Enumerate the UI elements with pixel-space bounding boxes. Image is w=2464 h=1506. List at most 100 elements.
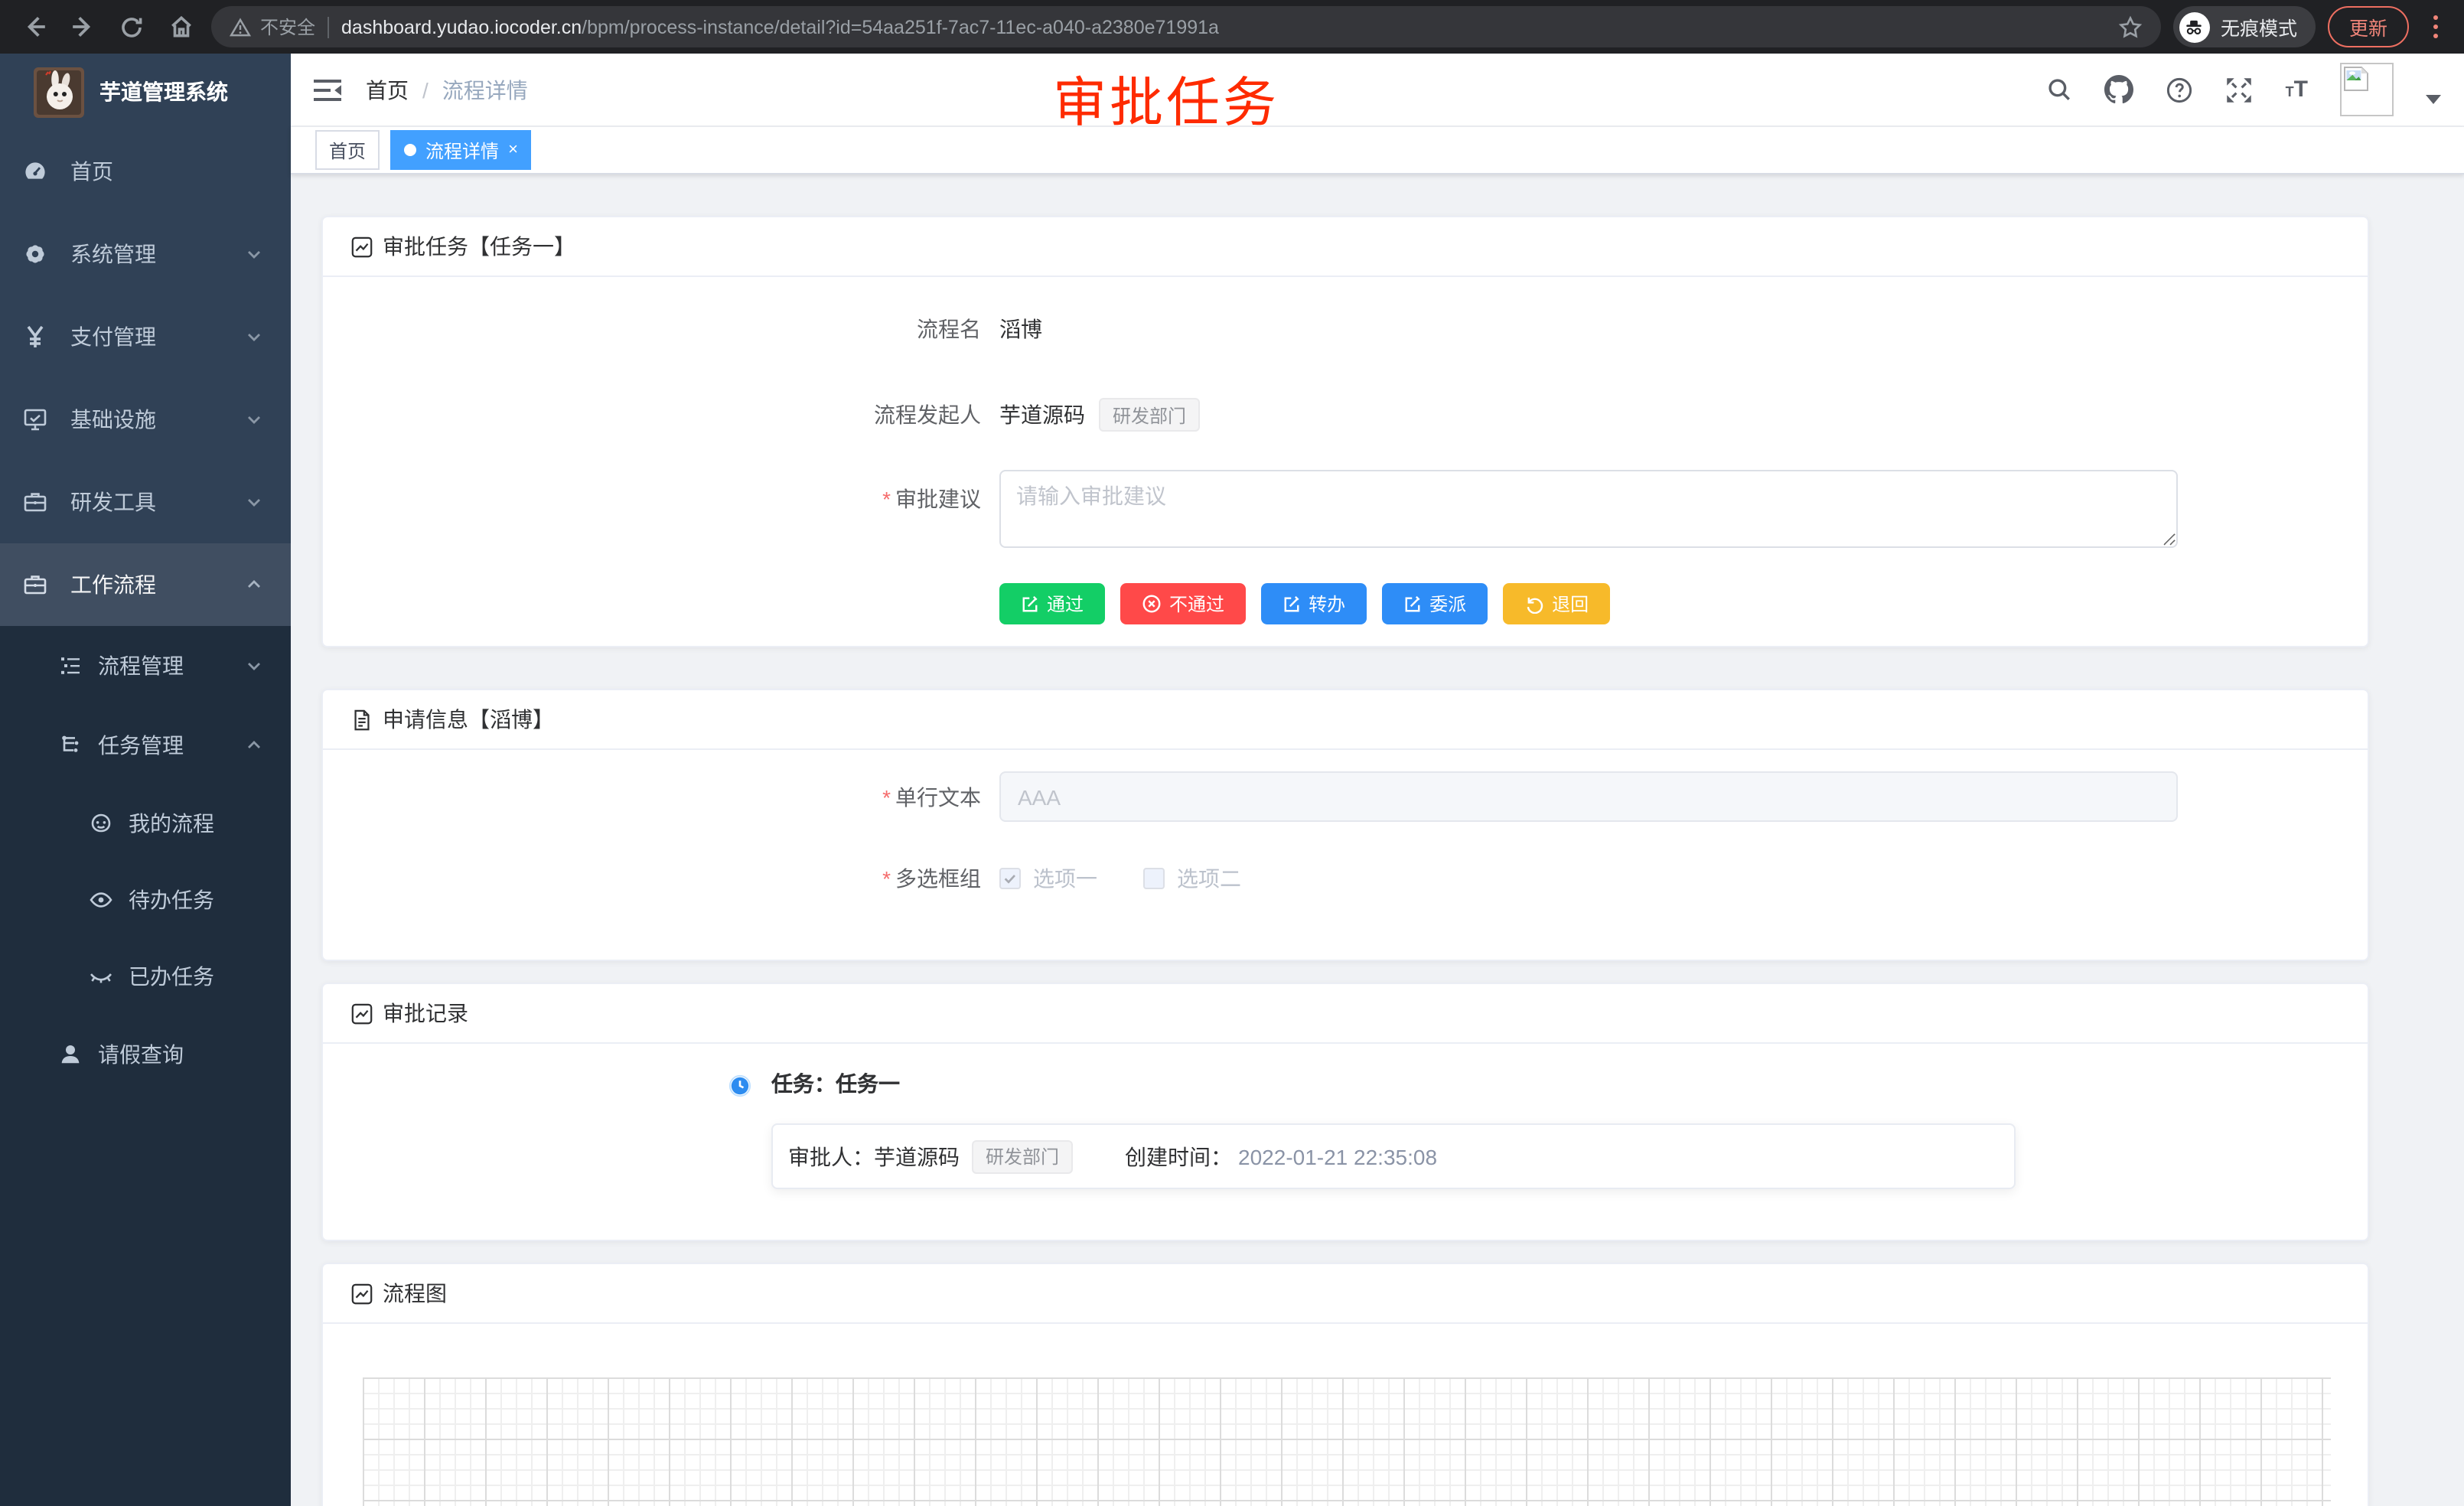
chevron-down-icon [245,657,263,675]
yen-icon [23,324,47,349]
home-icon[interactable] [162,8,199,45]
sidebar-toggle-icon[interactable] [314,77,341,102]
security-status[interactable]: 不安全 [230,14,315,40]
address-bar[interactable]: 不安全 dashboard.yudao.iocoder.cn/bpm/proce… [211,6,2161,47]
created-value: 2022-01-21 22:35:08 [1238,1144,1437,1169]
divider [328,16,329,37]
edit-icon [1021,595,1039,613]
initiator-value: 芋道源码 [999,399,1085,430]
sidebar-item-label: 已办任务 [129,961,214,992]
checkbox-group-row: *多选框组 选项一 选项二 [323,862,2368,895]
checkbox-unchecked-icon [1143,868,1165,889]
fullscreen-icon[interactable] [2226,76,2254,103]
url-text[interactable]: dashboard.yudao.iocoder.cn/bpm/process-i… [341,16,2106,37]
gear-icon [23,242,47,266]
sidebar-item-payment[interactable]: 支付管理 [0,295,291,378]
suggestion-row: *审批建议 [323,470,2368,548]
approve-button[interactable]: 通过 [999,583,1105,624]
edit-icon [1403,595,1422,613]
sidebar-item-workflow[interactable]: 工作流程 [0,543,291,626]
card-header: 审批记录 [323,984,2368,1044]
breadcrumb-separator: / [422,77,429,102]
font-size-icon[interactable]: TT [2286,78,2308,101]
dept-tag: 研发部门 [1099,398,1200,432]
app-logo[interactable]: 芋道管理系统 [0,54,291,130]
tab-process-detail[interactable]: 流程详情 × [390,130,532,170]
incognito-label: 无痕模式 [2221,12,2297,41]
card-title: 申请信息【滔博】 [383,704,554,735]
sidebar-item-system[interactable]: 系统管理 [0,213,291,295]
sidebar-item-done-tasks[interactable]: 已办任务 [0,938,291,1015]
active-dot [404,144,416,156]
sidebar-item-infra[interactable]: 基础设施 [0,378,291,461]
bookmark-star-icon[interactable] [2118,15,2143,39]
forward-icon[interactable] [64,8,101,45]
chart-square-icon [350,1002,373,1025]
created-label: 创建时间： [1125,1141,1232,1172]
transfer-button[interactable]: 转办 [1261,583,1367,624]
face-icon [89,811,113,836]
task-title: 任务：任务一 [771,1068,900,1099]
search-icon[interactable] [2047,77,2073,103]
help-icon[interactable] [2166,76,2194,103]
chart-square-icon [350,1282,373,1305]
delegate-button[interactable]: 委派 [1382,583,1488,624]
chevron-up-icon [245,575,263,594]
logo-rabbit-image [34,67,84,117]
incognito-badge: 无痕模式 [2173,6,2316,47]
sidebar-item-task-mgmt[interactable]: 任务管理 [0,706,291,785]
tags-view-bar: 首页 流程详情 × [291,127,2464,174]
update-button[interactable]: 更新 [2328,6,2409,47]
sidebar-item-devtools[interactable]: 研发工具 [0,461,291,543]
suggestion-textarea[interactable] [999,470,2178,548]
document-icon [350,708,373,731]
chevron-down-icon [245,493,263,511]
close-icon[interactable]: × [508,142,518,158]
sidebar-item-label: 系统管理 [70,239,156,269]
reload-icon[interactable] [113,8,150,45]
chevron-down-icon [245,245,263,263]
record-detail-card: 审批人：芋道源码 研发部门 创建时间： 2022-01-21 22:35:08 [771,1123,2016,1189]
sidebar-item-process-mgmt[interactable]: 流程管理 [0,626,291,706]
field-label: *单行文本 [323,780,999,813]
sidebar-item-home[interactable]: 首页 [0,130,291,213]
sidebar-item-label: 任务管理 [98,730,184,761]
checkbox-checked-icon [999,868,1021,889]
checkbox-option-1: 选项一 [999,863,1097,894]
briefcase-icon [23,572,47,597]
reject-button[interactable]: 不通过 [1120,583,1246,624]
sidebar-item-todo-tasks[interactable]: 待办任务 [0,862,291,938]
breadcrumb-home[interactable]: 首页 [366,74,409,105]
avatar[interactable] [2340,63,2394,116]
application-info-card: 申请信息【滔博】 *单行文本 AAA *多选框组 [321,689,2369,961]
github-icon[interactable] [2105,75,2134,104]
undo-icon [1524,594,1544,614]
timeline-clock-icon [728,1074,751,1097]
sidebar-item-label: 工作流程 [70,569,156,600]
checkbox-label: 选项二 [1177,863,1241,894]
sidebar-item-leave-query[interactable]: 请假查询 [0,1015,291,1094]
bpmn-canvas[interactable] [363,1377,2331,1506]
back-icon[interactable] [15,8,52,45]
monitor-icon [23,407,47,432]
approver-name: 芋道源码 [874,1141,960,1172]
tab-home[interactable]: 首页 [315,130,380,170]
url-host: dashboard.yudao.iocoder.cn [341,16,582,37]
edit-icon [1283,595,1301,613]
chevron-down-icon [245,328,263,346]
card-title: 审批记录 [383,998,468,1028]
card-title: 流程图 [383,1278,447,1309]
card-header: 申请信息【滔博】 [323,690,2368,750]
avatar-caret-icon[interactable] [2426,94,2441,103]
required-star: * [882,487,891,511]
browser-menu-icon[interactable] [2421,12,2449,41]
breadcrumb-current: 流程详情 [442,74,528,105]
return-button[interactable]: 退回 [1503,583,1610,624]
breadcrumb: 首页 / 流程详情 [366,74,528,105]
browser-toolbar: 不安全 dashboard.yudao.iocoder.cn/bpm/proce… [0,0,2464,54]
process-diagram-card: 流程图 [321,1263,2369,1506]
sidebar-item-my-process[interactable]: 我的流程 [0,785,291,862]
dashboard-icon [23,159,47,184]
single-text-input: AAA [999,771,2178,822]
sidebar-item-label: 支付管理 [70,321,156,352]
